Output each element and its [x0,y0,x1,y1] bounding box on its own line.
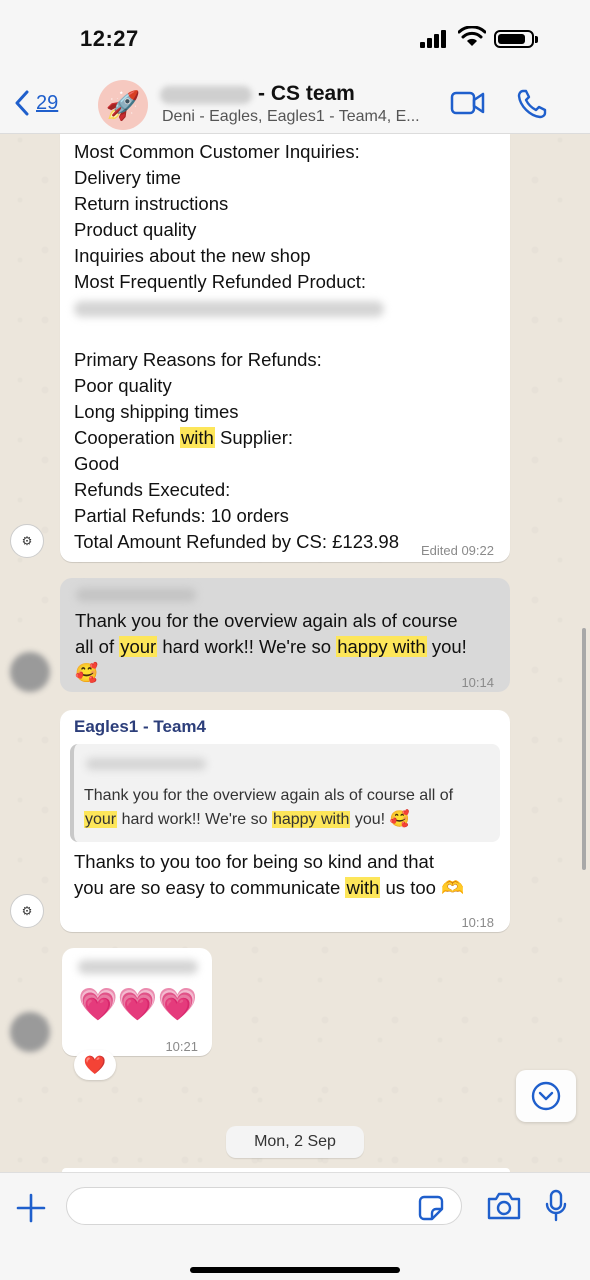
search-highlight: with [345,877,381,898]
status-bar: 12:27 [0,0,590,72]
message-input[interactable] [66,1187,462,1225]
sender-avatar[interactable] [10,652,50,692]
message-line: Thanks to you too for being so kind and … [74,851,434,872]
input-bar [0,1172,590,1280]
redacted-product [74,295,399,321]
wifi-icon [458,26,486,46]
text-segment: you are so easy to communicate [74,877,346,898]
text-segment: hard work!! We're so [157,636,337,657]
text-segment: Supplier: [214,427,293,448]
video-icon[interactable] [450,90,486,116]
message-line: Most Common Customer Inquiries: [74,141,360,162]
quote-line: Thank you for the overview again als of … [84,787,454,804]
text-segment: you! [426,636,467,657]
unread-count: 29 [36,91,59,114]
message-line: Return instructions [74,193,229,214]
quote-line: your hard work!! We're so happy with you… [84,808,453,832]
text-segment: Cooperation [74,427,180,448]
chat-members[interactable]: Deni - Eagles, Eagles1 - Team4, E... [162,108,420,126]
hearts-emoji: 💗💗💗 [78,986,198,1022]
message-line: Refunds Executed: [74,479,231,500]
text-segment: you! 🥰 [350,811,410,828]
heart-reaction[interactable]: ❤️ [74,1050,116,1080]
message-line: Partial Refunds: 10 orders [74,505,289,526]
chevron-left-icon [15,90,29,116]
rocket-icon: 🚀 [105,89,141,121]
chat-title[interactable]: - CS team [258,82,355,106]
message-line: Poor quality [74,375,172,396]
microphone-icon[interactable] [544,1189,568,1223]
camera-icon[interactable] [486,1191,522,1221]
search-highlight: with [179,427,215,448]
redacted-sender [78,960,198,974]
sender-avatar[interactable]: ⚙ [10,524,44,558]
message-line: Delivery time [74,167,181,188]
redacted-text [74,301,384,317]
sender-avatar[interactable]: ⚙ [10,894,44,928]
redacted-sender [86,758,206,770]
search-highlight: your [119,636,158,657]
sticker-icon[interactable] [418,1195,444,1221]
date-divider: Mon, 2 Sep [226,1126,364,1158]
phone-icon[interactable] [516,88,548,120]
message-line: Total Amount Refunded by CS: £123.98 [74,531,399,552]
message-line: Inquiries about the new shop [74,245,311,266]
message-line: Thank you for the overview again als of … [75,610,458,631]
sender-avatar[interactable] [10,1012,50,1052]
redacted-name [160,86,252,104]
reply-message[interactable]: Eagles1 - Team4 Thank you for the overvi… [60,710,510,932]
redacted-sender [76,588,196,602]
home-indicator[interactable] [190,1267,400,1273]
sender-name[interactable]: Eagles1 - Team4 [74,714,206,740]
back-button[interactable]: 29 [14,90,58,116]
status-time: 12:27 [80,26,139,51]
signal-icon [420,28,450,48]
message-line: Long shipping times [74,401,239,422]
plus-icon[interactable] [16,1193,46,1223]
quoted-message[interactable]: Thank you for the overview again als of … [70,744,500,842]
message-line: Most Frequently Refunded Product: [74,271,367,292]
text-segment: all of [75,636,120,657]
chat-header: 29 🚀 - CS team Deni - Eagles, Eagles1 - … [0,72,590,134]
message-line: Product quality [74,219,197,240]
battery-level [498,34,526,44]
message-line: Primary Reasons for Refunds: [74,349,322,370]
chevron-down-icon [531,1081,561,1111]
thanks-message[interactable]: Thank you for the overview again als of … [60,578,510,692]
text-segment: us too 🫶 [380,877,465,898]
message-line: all of your hard work!! We're so happy w… [75,634,467,660]
message-line: Cooperation with Supplier: [74,425,399,451]
search-highlight: happy with [336,636,427,657]
search-highlight: your [84,811,118,828]
battery-icon [494,30,538,48]
message-line: you are so easy to communicate with us t… [74,875,464,901]
text-segment: hard work!! We're so [117,811,272,828]
message-time: 10:18 [461,915,494,930]
message-time: 10:21 [165,1039,198,1054]
message-line: Good [74,453,120,474]
overview-message[interactable]: Most Common Customer Inquiries: Delivery… [60,134,510,562]
hearts-message[interactable]: 💗💗💗 10:21 [62,948,212,1056]
emoji: 🥰 [75,662,99,683]
scroll-down-button[interactable] [516,1070,576,1122]
group-avatar[interactable]: 🚀 [98,80,148,130]
scrollbar[interactable] [582,628,586,870]
search-highlight: happy with [271,811,351,828]
message-time: 10:14 [461,675,494,690]
message-meta: Edited 09:22 [420,543,494,558]
